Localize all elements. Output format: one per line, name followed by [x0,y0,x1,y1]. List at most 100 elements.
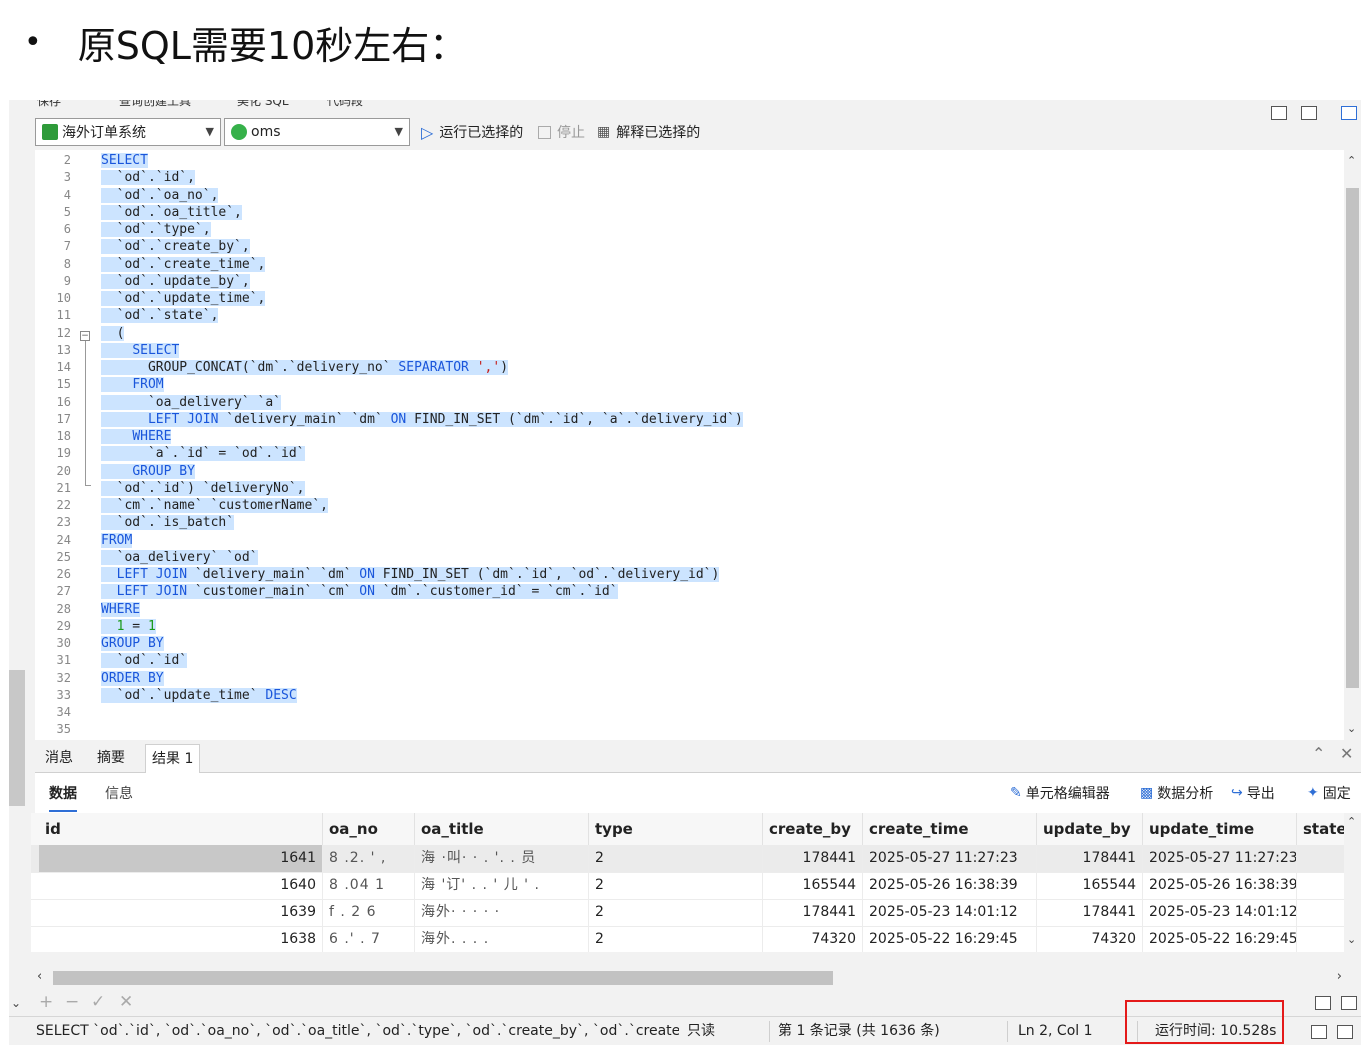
table-cell[interactable]: 178441 [1037,899,1143,926]
column-header-update-by[interactable]: update_by [1037,813,1143,845]
table-cell[interactable]: f . 2 6 [323,899,415,926]
scroll-up-icon[interactable]: ⌃ [1347,815,1356,828]
scroll-left-icon[interactable]: ‹ [37,969,42,984]
table-cell[interactable]: 8 .2. ' , [323,845,415,872]
scroll-right-icon[interactable]: › [1337,969,1342,984]
table-cell[interactable]: 178441 [1037,845,1143,872]
grid-view-icon[interactable] [1315,996,1331,1010]
navicat-query-window: 保存 查询创建工具 美化 SQL 代码段 海外订单系统 ▼ oms ▼ ▷ 运行… [9,100,1361,1045]
table-cell[interactable]: 8 .04 1 [323,872,415,899]
grid-horizontal-scrollbar[interactable]: ‹ › [35,966,1344,990]
table-cell[interactable]: 2025-05-22 16:29:45 [1143,926,1297,952]
add-row-icon[interactable]: + [39,992,53,1012]
table-cell[interactable]: 1639 [39,899,323,926]
table-cell[interactable]: 2 [589,845,763,872]
run-selected-button[interactable]: ▷ 运行已选择的 [421,118,523,146]
table-cell[interactable]: 2025-05-27 11:27:23 [863,845,1037,872]
runtime-highlight-box [1125,1000,1284,1044]
table-row[interactable]: 1640 8 .04 1海 '订' . . ' 儿 ' . 2 165544 2025-… [31,872,1344,900]
collapse-icon[interactable]: ⌃ [1312,744,1325,763]
column-header-create-by[interactable]: create_by [763,813,863,845]
scroll-up-icon[interactable]: ⌃ [1347,154,1356,167]
scrollbar-thumb[interactable] [53,971,833,985]
save-menu[interactable]: 保存 [37,100,61,109]
table-cell[interactable]: 海外. . . . [415,926,589,952]
stop-button[interactable]: 停止 [538,118,585,146]
editor-vertical-scrollbar[interactable]: ⌃ ⌄ [1344,150,1361,740]
line-number: 5 [63,204,71,219]
column-header-type[interactable]: type [589,813,763,845]
expand-icon[interactable] [1341,106,1357,120]
split-icon[interactable] [1301,106,1317,120]
result-grid[interactable]: id oa_no oa_title type create_by create_time u… [31,813,1344,952]
table-cell[interactable]: 74320 [1037,926,1143,952]
code-snippet-menu[interactable]: 代码段 [327,100,363,109]
column-header-id[interactable]: id [39,813,323,845]
tab-info[interactable]: 信息 [105,783,133,803]
tab-result-1[interactable]: 结果 1 [145,744,201,773]
table-cell[interactable]: 6 .' . 7 [323,926,415,952]
cell-editor-button[interactable]: ✎ 单元格编辑器 [1010,783,1110,803]
explain-selected-button[interactable]: ▦ 解释已选择的 [597,118,700,146]
table-cell[interactable]: 2025-05-26 16:38:39 [1143,872,1297,899]
table-cell[interactable]: 1638 [39,926,323,952]
table-row[interactable]: 1641 8 .2. ' ,海 ·叫· · . '. . 员 2 178441 2025… [31,845,1344,873]
tab-messages[interactable]: 消息 [39,744,79,772]
tab-data[interactable]: 数据 [49,783,77,812]
apply-icon[interactable]: ✓ [91,992,105,1012]
table-cell[interactable]: 2025-05-23 14:01:12 [863,899,1037,926]
table-cell[interactable]: 1640 [39,872,323,899]
column-header-update-time[interactable]: update_time [1143,813,1297,845]
close-icon[interactable]: ✕ [1340,744,1353,763]
table-cell[interactable]: 海 '订' . . ' 儿 ' . [415,872,589,899]
panel-right-icon[interactable] [1337,1025,1353,1039]
table-cell[interactable]: 2 [589,872,763,899]
grid-vertical-scrollbar[interactable]: ⌃ ⌄ [1344,813,1361,952]
column-header-oa-no[interactable]: oa_no [323,813,415,845]
query-builder-menu[interactable]: 查询创建工具 [119,100,191,109]
table-cell[interactable]: 74320 [763,926,863,952]
table-cell[interactable]: 2025-05-27 11:27:23 [1143,845,1297,872]
panel-left-icon[interactable] [1311,1025,1327,1039]
column-header-state[interactable]: state [1297,813,1344,845]
delete-row-icon[interactable]: − [65,992,79,1012]
left-splitter[interactable] [9,670,25,806]
table-cell[interactable]: 海外· · · · · [415,899,589,926]
table-cell[interactable]: 海 ·叫· · . '. . 员 [415,845,589,872]
layout-icon[interactable] [1271,106,1287,120]
table-cell[interactable]: 2 [589,926,763,952]
scroll-down-icon[interactable]: ⌄ [1347,722,1356,735]
table-cell[interactable]: 1641 [39,845,323,872]
connection-select[interactable]: 海外订单系统 ▼ [35,118,221,146]
fold-toggle-icon[interactable]: − [80,331,90,341]
scroll-down-icon[interactable]: ⌄ [1347,933,1356,946]
table-cell[interactable]: 2025-05-26 16:38:39 [863,872,1037,899]
code-line-text: SELECT [101,342,180,358]
code-line-text: WHERE [101,429,172,444]
column-header-create-time[interactable]: create_time [863,813,1037,845]
table-cell[interactable]: 2025-05-22 16:29:45 [863,926,1037,952]
pin-button[interactable]: ✦ 固定 [1307,783,1351,803]
table-cell[interactable]: 2025-05-23 14:01:12 [1143,899,1297,926]
table-row[interactable]: 1639 f . 2 6 海外· · · · · 2 178441 2025-05-23 … [31,899,1344,927]
export-button[interactable]: ↪ 导出 [1231,783,1275,803]
table-cell[interactable]: 165544 [1037,872,1143,899]
table-cell[interactable]: 165544 [763,872,863,899]
discard-icon[interactable]: ✕ [119,992,133,1012]
data-analysis-button[interactable]: ▩ 数据分析 [1140,783,1213,803]
database-select[interactable]: oms ▼ [224,118,410,146]
sql-editor[interactable]: 2 3 4 5 6 7 8 9 10 11 12 13 14 15 16 17 18 19 20 21 22 23 24 25… [35,150,1344,740]
chevron-down-icon[interactable]: ⌄ [11,996,21,1010]
table-row[interactable]: 1638 6 .' . 7 海外. . . . 2 74320 2025-05-22 16… [31,926,1344,952]
line-number: 35 [56,722,71,737]
line-number-gutter: 2 3 4 5 6 7 8 9 10 11 12 13 14 15 16 17 18 19 20 21 22 23 24 25… [35,150,80,740]
code-line: `od`.`oa_title`, [101,204,1301,221]
table-cell[interactable]: 2 [589,899,763,926]
beautify-sql-menu[interactable]: 美化 SQL [237,100,289,109]
column-header-oa-title[interactable]: oa_title [415,813,589,845]
scrollbar-thumb[interactable] [1346,188,1359,688]
form-view-icon[interactable] [1341,996,1357,1010]
table-cell[interactable]: 178441 [763,845,863,872]
table-cell[interactable]: 178441 [763,899,863,926]
tab-summary[interactable]: 摘要 [91,744,131,772]
